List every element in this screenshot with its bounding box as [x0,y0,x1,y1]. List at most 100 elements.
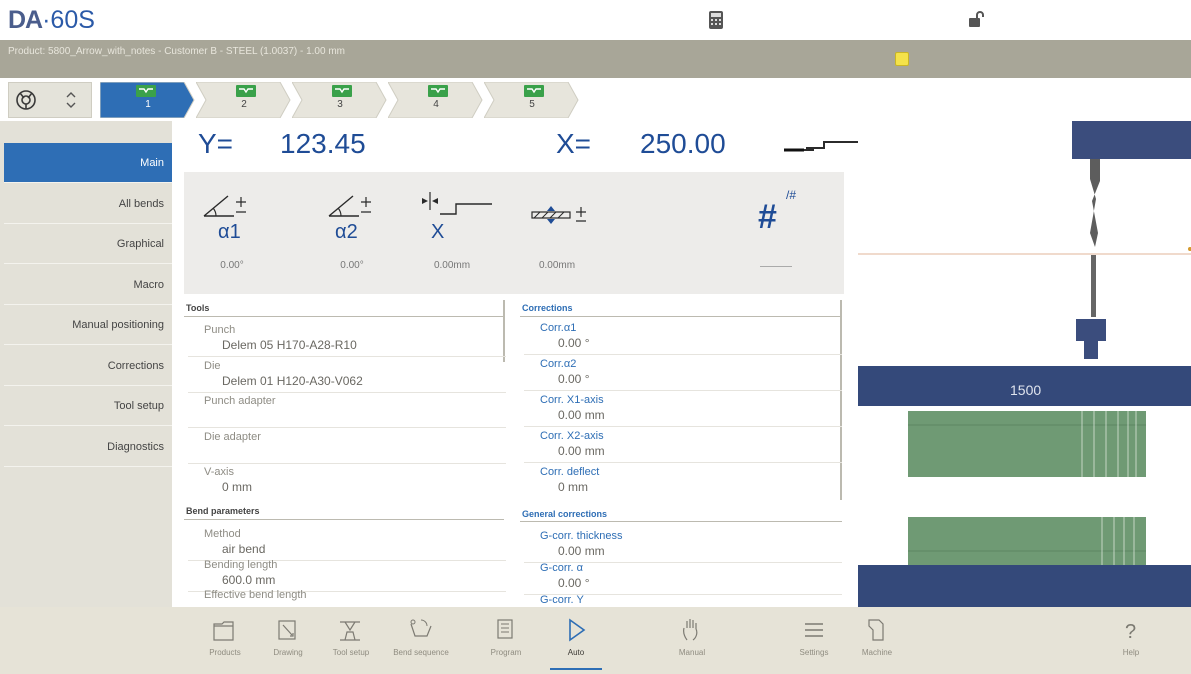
bend-step-number: 1 [145,99,151,110]
field-label: Corr.α1 [540,322,577,334]
field-value[interactable]: Delem 05 H170-A28-R10 [222,338,357,352]
field-value[interactable]: 600.0 mm [222,573,275,587]
field-label: Die [204,359,221,372]
bend-marker-icon [332,85,352,97]
nav-item-diagnostics[interactable]: Diagnostics [4,427,172,467]
field-label: Corr. X1-axis [540,394,604,406]
app-logo: DA·60S [8,6,95,34]
general-corrections-header: General corrections [522,509,608,519]
toolbar-machine-button[interactable]: Machine [849,612,905,670]
angle-alpha2-icon[interactable] [325,190,379,220]
toolbar-auto-button[interactable]: Auto [548,612,604,670]
row-divider [188,462,506,464]
row-divider [188,356,506,357]
tools-scrollbar[interactable] [503,300,505,362]
bend-step-controls [8,82,92,118]
toolbar-settings-button[interactable]: Settings [786,612,842,670]
angle-alpha1-icon[interactable] [200,190,254,220]
bend-step-3[interactable]: 3 [292,82,388,118]
count-superscript: /# [786,188,797,202]
field-label: Bending length [204,558,278,571]
settings-list-icon [805,623,823,637]
field-value[interactable]: Delem 01 H120-A30-V062 [222,374,363,388]
toolbar-manual-button[interactable]: Manual [664,612,720,670]
backgauge-profile-icon [784,141,858,152]
field-value[interactable]: 0.00 mm [558,544,605,558]
note-icon[interactable] [895,52,909,66]
bend-sequence-icon [410,619,432,637]
corrections-scrollbar[interactable] [840,300,842,500]
bend-marker-icon [236,85,256,97]
row-divider [524,354,842,355]
tool-setup-icon [340,621,360,641]
toolbar-bend-sequence-button[interactable]: Bend sequence [393,612,449,670]
x-label: X [431,221,445,243]
field-label: G-corr. Y [540,594,584,606]
bend-step-5[interactable]: 5 [484,82,580,118]
bend-step-1[interactable]: 1 [100,82,196,118]
toolbar-button-label: Manual [678,648,706,657]
alpha1-label: α1 [218,221,241,243]
field-value[interactable]: 0.00 ° [558,372,590,386]
field-label: V-axis [204,466,234,478]
bend-step-4[interactable]: 4 [388,82,484,118]
field-value[interactable]: 0.00 mm [558,444,605,458]
toolbar-button-label: Settings [799,648,829,657]
field-value[interactable]: 0 mm [222,480,252,494]
machine-symbol-icon[interactable] [15,89,37,111]
general-corrections-divider [520,521,842,522]
field-value[interactable]: air bend [222,542,265,556]
bend-step-number: 4 [433,99,439,110]
bend-marker-icon [524,85,544,97]
bend-marker-icon [428,85,448,97]
field-label: Corr. deflect [540,466,600,478]
x-backgauge-icon[interactable] [420,188,494,220]
top-bar [0,0,1191,40]
crowning-value: 0.00mm [538,260,576,271]
unlock-icon[interactable] [968,10,984,30]
corrections-header-divider [520,316,842,317]
field-label: Punch adapter [204,395,276,407]
x-value: 0.00mm [433,260,471,271]
field-value[interactable]: 0.00 ° [558,336,590,350]
calculator-icon[interactable] [708,10,724,30]
toolbar-help-button[interactable]: ? Help [1103,612,1159,670]
bend-parameters-header: Bend parameters [186,506,260,516]
nav-item-manual-positioning[interactable]: Manual positioning [4,305,172,345]
play-icon [569,618,586,642]
toolbar-products-button[interactable]: Products [197,612,253,670]
toolbar-program-button[interactable]: Program [478,612,534,670]
crowning-icon[interactable] [530,204,610,226]
field-value[interactable]: 0.00 ° [558,576,590,590]
help-icon: ? [1125,621,1136,643]
toolbar-drawing-button[interactable]: Drawing [260,612,316,670]
toolbar-button-label: Bend sequence [393,648,449,657]
nav-item-corrections[interactable]: Corrections [4,346,172,386]
bend-step-number: 5 [529,99,535,110]
bend-step-2[interactable]: 2 [196,82,292,118]
nav-item-all-bends[interactable]: All bends [4,184,172,224]
nav-item-tool-setup[interactable]: Tool setup [4,386,172,426]
up-down-stepper-icon[interactable] [64,89,78,111]
field-label: Corr.α2 [540,358,577,370]
svg-text:?: ? [1125,621,1136,643]
toolbar-tool-setup-button[interactable]: Tool setup [323,612,379,670]
y-axis-value: 123.45 [280,128,366,159]
toolbar-button-label: Machine [861,648,893,657]
nav-item-main[interactable]: Main [4,143,172,183]
alpha2-label: α2 [335,221,358,243]
bend-step-number: 2 [241,99,247,110]
field-value[interactable]: 0 mm [558,480,588,494]
x-axis-label: X= [556,128,592,159]
axis-parameters-panel [184,172,844,294]
hand-icon [683,619,698,641]
nav-item-graphical[interactable]: Graphical [4,224,172,264]
count-symbol: # [758,198,777,236]
program-icon [497,619,513,639]
bend-step-number: 3 [337,99,343,110]
field-label: Punch [204,324,236,336]
field-value[interactable]: 0.00 mm [558,408,605,422]
toolbar-button-label: Products [209,648,241,657]
field-label: Method [204,528,241,540]
nav-item-macro[interactable]: Macro [4,265,172,305]
